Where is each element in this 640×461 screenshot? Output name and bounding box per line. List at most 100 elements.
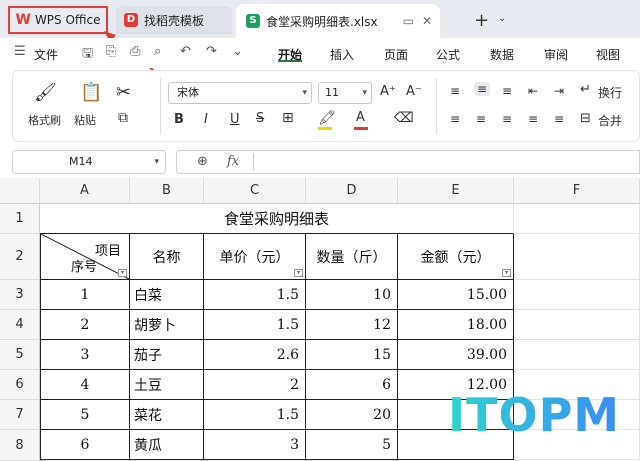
strikethrough-icon[interactable]: S̶	[256, 111, 264, 126]
clear-format-icon[interactable]: ⌫	[394, 110, 414, 126]
select-all-corner[interactable]	[0, 178, 40, 204]
cell-qty[interactable]: 15	[306, 340, 398, 370]
column-header[interactable]: E	[398, 178, 514, 204]
filter-dropdown-icon[interactable]: ▾	[118, 269, 127, 277]
cell-price[interactable]: 2.6	[204, 340, 306, 370]
cell-qty[interactable]: 10	[306, 280, 398, 310]
cell-no[interactable]: 5	[40, 400, 130, 430]
row-header[interactable]: 4	[0, 310, 40, 340]
paste-label[interactable]: 粘贴	[74, 112, 96, 128]
sheet-title-cell[interactable]: 食堂采购明细表	[40, 204, 514, 234]
align-top-icon[interactable]: ≡	[450, 84, 460, 98]
cell-no[interactable]: 3	[40, 340, 130, 370]
header-cell[interactable]: 数量（斤）	[306, 234, 398, 280]
cell-qty[interactable]: 6	[306, 370, 398, 400]
name-box[interactable]: M14 ▾	[12, 150, 166, 174]
column-header[interactable]: F	[514, 178, 640, 204]
cell-price[interactable]: 1.5	[204, 400, 306, 430]
cell[interactable]	[306, 430, 398, 461]
cell-price[interactable]: 2	[204, 370, 306, 400]
cell-no[interactable]: 2	[40, 310, 130, 340]
cell[interactable]	[130, 430, 204, 461]
cell-qty[interactable]: 12	[306, 310, 398, 340]
justify-icon[interactable]: ≡	[528, 112, 538, 126]
row-header[interactable]: 3	[0, 280, 40, 310]
font-color-button[interactable]: A	[356, 110, 365, 125]
align-right-icon[interactable]: ≡	[502, 112, 512, 126]
align-center-icon[interactable]: ≡	[476, 112, 486, 126]
format-painter-label[interactable]: 格式刷	[28, 112, 61, 128]
export-icon[interactable]: ⎘	[106, 44, 116, 59]
font-size-select[interactable]: 11 ▾	[318, 82, 372, 104]
cell[interactable]: ▾	[514, 234, 640, 280]
cell[interactable]	[514, 280, 640, 310]
align-left-icon[interactable]: ≡	[450, 112, 460, 126]
header-cell[interactable]: 金额（元） ▾	[398, 234, 514, 280]
tab-data[interactable]: 数据	[490, 46, 514, 63]
paste-icon[interactable]: 📋	[80, 82, 102, 103]
cell[interactable]	[514, 340, 640, 370]
merge-label[interactable]: 合并	[598, 112, 622, 129]
row-header[interactable]: 8	[0, 430, 40, 461]
preview-icon[interactable]: ⌕	[154, 44, 161, 59]
row-header[interactable]: 6	[0, 370, 40, 400]
tab-page[interactable]: 页面	[384, 46, 408, 63]
cell-amount[interactable]: 39.00	[398, 340, 514, 370]
cell-name[interactable]: 菜花	[130, 400, 204, 430]
row-header[interactable]: 1	[0, 204, 40, 234]
formula-input[interactable]: ⊕ fx	[176, 150, 640, 174]
cell-name[interactable]: 白菜	[130, 280, 204, 310]
align-middle-icon[interactable]: ≡	[474, 82, 491, 96]
cut-icon[interactable]: ✂	[116, 82, 131, 103]
distribute-icon[interactable]: ≡	[554, 112, 564, 126]
cell-price[interactable]: 1.5	[204, 280, 306, 310]
column-header[interactable]: C	[204, 178, 306, 204]
copy-icon[interactable]: ⧉	[118, 110, 128, 126]
header-cell[interactable]: 单价（元） ▾	[204, 234, 306, 280]
cell-no[interactable]: 4	[40, 370, 130, 400]
fill-color-icon[interactable]: 🖍	[318, 110, 336, 126]
format-painter-icon[interactable]: 🖌	[34, 82, 57, 103]
wrap-text-icon[interactable]: ↵	[580, 82, 591, 97]
row-header[interactable]: 5	[0, 340, 40, 370]
indent-decrease-icon[interactable]: ⇤	[528, 84, 538, 98]
cell-qty[interactable]: 20	[306, 400, 398, 430]
cell-name[interactable]: 胡萝卜	[130, 310, 204, 340]
row-header[interactable]: 7	[0, 400, 40, 430]
grow-font-icon[interactable]: A⁺	[380, 84, 396, 99]
bold-button[interactable]: B	[174, 112, 184, 127]
cell[interactable]	[204, 430, 306, 461]
cell[interactable]	[40, 430, 130, 461]
cell[interactable]	[514, 310, 640, 340]
redo-icon[interactable]: ↷	[206, 44, 217, 59]
quick-access-chevron-icon[interactable]: ⌄	[232, 44, 243, 59]
font-name-select[interactable]: 宋体 ▾	[168, 82, 312, 104]
tab-formula[interactable]: 公式	[436, 46, 460, 63]
border-icon[interactable]: ⊞	[282, 110, 294, 126]
column-header[interactable]: A	[40, 178, 130, 204]
menu-icon[interactable]: ☰	[14, 44, 26, 59]
cell-amount[interactable]: 15.00	[398, 280, 514, 310]
row-header[interactable]: 2	[0, 234, 40, 280]
fx-label[interactable]: fx	[227, 154, 239, 169]
underline-button[interactable]: U	[230, 112, 240, 127]
column-header[interactable]: D	[306, 178, 398, 204]
header-cell[interactable]: 名称	[130, 234, 204, 280]
cell-amount[interactable]: 18.00	[398, 310, 514, 340]
zoom-icon[interactable]: ⊕	[197, 154, 208, 169]
print-icon[interactable]: ⎙	[130, 44, 140, 59]
indent-increase-icon[interactable]: ⇥	[554, 84, 564, 98]
merge-icon[interactable]: ⊟	[580, 111, 591, 126]
diagonal-header-cell[interactable]: 项目 序号 ▾	[40, 234, 130, 280]
tab-review[interactable]: 审阅	[544, 46, 568, 63]
cell-name[interactable]: 茄子	[130, 340, 204, 370]
column-header[interactable]: B	[130, 178, 204, 204]
save-icon[interactable]: 🖫	[82, 44, 93, 66]
wrap-text-label[interactable]: 换行	[598, 84, 622, 101]
cell[interactable]	[514, 204, 640, 234]
undo-icon[interactable]: ↶	[180, 44, 191, 59]
cell-price[interactable]: 1.5	[204, 310, 306, 340]
tab-insert[interactable]: 插入	[330, 46, 354, 63]
cell-no[interactable]: 1	[40, 280, 130, 310]
filter-dropdown-icon[interactable]: ▾	[294, 269, 303, 277]
